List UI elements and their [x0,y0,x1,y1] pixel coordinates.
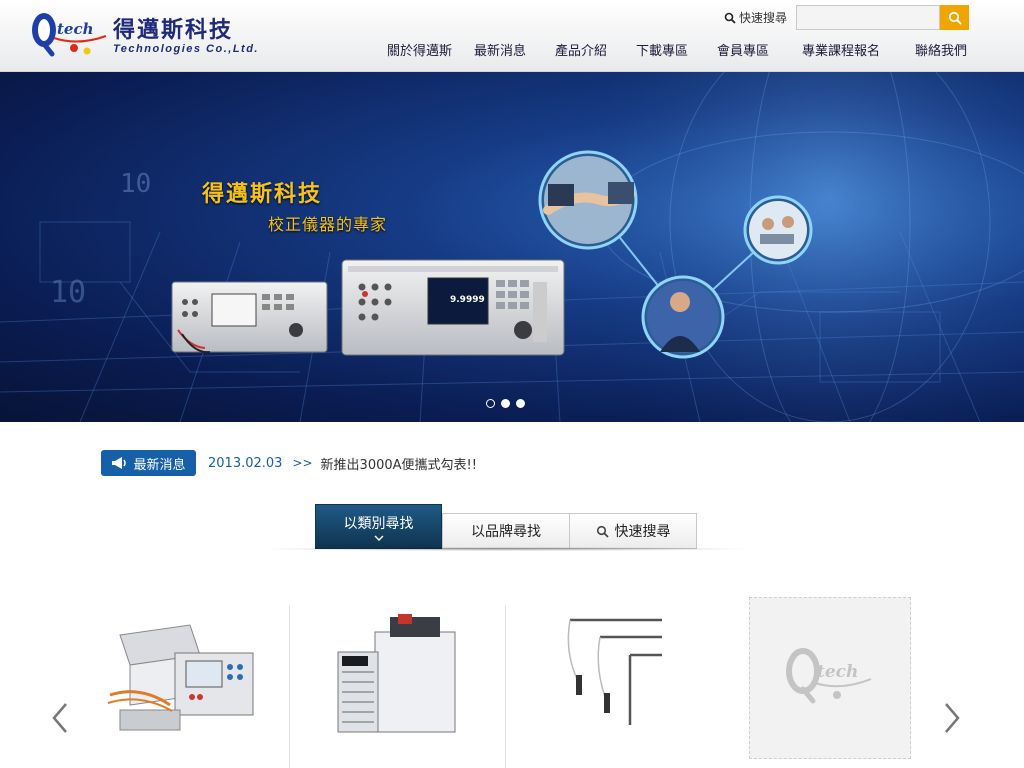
news-headline-link[interactable]: 新推出3000A便攜式勾表!! [321,454,477,473]
site-header: tech 得邁斯科技 Technologies Co.,Ltd. 快速搜尋 關於… [0,0,1024,72]
search-icon [724,12,736,24]
slide-dot-2[interactable] [501,399,510,408]
presenter-photo-icon [641,275,725,359]
calibrator-large-image: 9.9999 [341,259,565,356]
site-logo[interactable]: tech 得邁斯科技 Technologies Co.,Ltd. [30,6,290,64]
tab-by-category-label: 以類別尋找 [343,515,414,532]
handshake-photo-icon [538,150,638,250]
news-arrow: >> [292,456,313,470]
news-date: 2013.02.03 [208,455,283,471]
product-search-tabs: 以類別尋找 以品牌尋找 快速搜尋 [315,504,697,549]
chevron-down-icon [373,534,384,541]
product-placeholder[interactable]: tech [749,597,911,759]
logo-chinese-name: 得邁斯科技 [113,17,234,43]
product-thermocouple-probes-image[interactable] [560,615,670,730]
svg-text:10: 10 [50,275,86,310]
slider-pagination [486,399,525,408]
search-icon [948,11,962,25]
tab-quick-search-label: 快速搜尋 [614,524,671,540]
svg-text:10: 10 [120,169,151,199]
nav-about[interactable]: 關於得邁斯 [387,40,452,59]
carousel-prev-arrow-icon[interactable] [48,700,72,736]
search-button[interactable] [940,5,969,30]
product-data-acquisition-image[interactable] [100,615,260,745]
tabs-shadow [255,547,755,551]
news-badge[interactable]: 最新消息 [101,450,196,476]
device-readout: 9.9999 [450,295,485,305]
logo-english-name: Technologies Co.,Ltd. [113,43,259,55]
news-badge-label: 最新消息 [133,457,186,473]
tab-quick-search[interactable]: 快速搜尋 [569,513,697,549]
hero-banner[interactable]: 10 10 9.9999 得邁斯科技 校正儀器的專家 [0,72,1024,422]
meeting-photo-icon [743,195,813,265]
carousel-next-arrow-icon[interactable] [940,700,964,736]
news-ticker: 最新消息 2013.02.03 >> 新推出3000A便攜式勾表!! [101,450,477,476]
svg-text:tech: tech [817,662,858,682]
tab-by-brand[interactable]: 以品牌尋找 [442,513,570,549]
slide-dot-3[interactable] [516,399,525,408]
nav-products[interactable]: 產品介紹 [555,40,607,59]
calibrator-small-image [171,281,328,354]
quick-search-label: 快速搜尋 [724,9,787,26]
nav-members[interactable]: 會員專區 [717,40,769,59]
nav-contact[interactable]: 聯絡我們 [915,40,967,59]
product-temperature-bath-image[interactable] [330,612,460,742]
quick-search-text: 快速搜尋 [739,11,788,25]
product-divider [505,605,506,768]
banner-background-graphic: 10 10 9.9999 [0,72,1024,422]
nav-downloads[interactable]: 下載專區 [636,40,688,59]
qtech-logo-icon: tech [32,13,107,57]
nav-news[interactable]: 最新消息 [474,40,526,59]
search-icon [596,525,609,538]
tab-by-category[interactable]: 以類別尋找 [315,504,442,549]
nav-courses[interactable]: 專業課程報名 [802,40,880,59]
banner-title: 得邁斯科技 [202,182,323,207]
megaphone-icon [112,457,127,469]
search-input[interactable] [796,5,940,30]
main-nav: 關於得邁斯 最新消息 產品介紹 下載專區 會員專區 專業課程報名 聯絡我們 [370,40,990,60]
tab-by-brand-label: 以品牌尋找 [471,524,541,540]
svg-text:tech: tech [57,20,94,38]
banner-subtitle: 校正儀器的專家 [268,215,388,234]
product-divider [289,605,290,768]
slide-dot-1[interactable] [486,399,495,408]
qtech-logo-watermark-icon: tech [786,648,872,704]
